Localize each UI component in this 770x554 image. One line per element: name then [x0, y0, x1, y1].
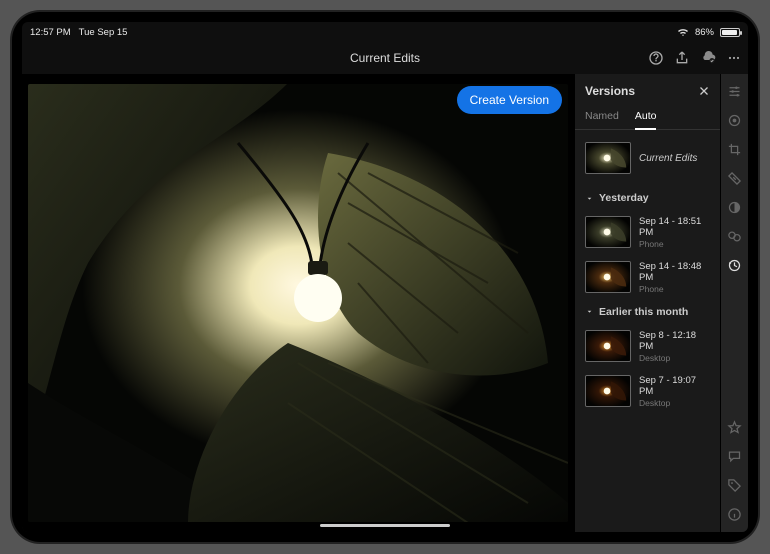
- panel-tabs: Named Auto: [575, 104, 720, 130]
- version-device: Desktop: [639, 353, 710, 363]
- versions-panel: Versions Named Auto Current Edits Yester…: [574, 74, 720, 532]
- version-device: Desktop: [639, 398, 710, 408]
- version-item[interactable]: Sep 14 - 18:48 PM Phone: [575, 255, 720, 300]
- group-header[interactable]: Yesterday: [575, 186, 720, 210]
- tag-icon[interactable]: [727, 478, 742, 493]
- create-version-button[interactable]: Create Version: [457, 86, 562, 114]
- info-icon[interactable]: [727, 507, 742, 522]
- version-current[interactable]: Current Edits: [575, 130, 720, 186]
- version-meta: Sep 14 - 18:51 PM Phone: [639, 216, 710, 249]
- tablet-device: 12:57 PM Tue Sep 15 86% Current Edits: [12, 12, 758, 542]
- cloud-sync-icon[interactable]: [700, 50, 716, 66]
- version-meta: Sep 8 - 12:18 PM Desktop: [639, 330, 710, 363]
- color-wheel-icon[interactable]: [727, 113, 742, 128]
- status-time: 12:57 PM: [30, 27, 71, 38]
- group-label: Yesterday: [599, 192, 649, 204]
- star-icon[interactable]: [727, 420, 742, 435]
- version-meta: Sep 14 - 18:48 PM Phone: [639, 261, 710, 294]
- screen: 12:57 PM Tue Sep 15 86% Current Edits: [22, 22, 748, 532]
- version-device: Phone: [639, 239, 710, 249]
- photo-preview: [28, 84, 568, 522]
- home-indicator[interactable]: [320, 524, 450, 528]
- edit-canvas[interactable]: Create Version: [22, 74, 574, 532]
- version-meta: Sep 7 - 19:07 PM Desktop: [639, 375, 710, 408]
- versions-icon[interactable]: [727, 258, 742, 273]
- sliders-icon[interactable]: [727, 84, 742, 99]
- crop-icon[interactable]: [727, 142, 742, 157]
- status-date: Tue Sep 15: [79, 27, 128, 38]
- tab-auto[interactable]: Auto: [635, 104, 657, 130]
- version-item[interactable]: Sep 14 - 18:51 PM Phone: [575, 210, 720, 255]
- panel-title: Versions: [585, 84, 635, 98]
- close-icon[interactable]: [698, 85, 710, 97]
- version-item[interactable]: Sep 7 - 19:07 PM Desktop: [575, 369, 720, 414]
- thumbnail: [585, 261, 631, 293]
- share-icon[interactable]: [674, 50, 690, 66]
- status-battery-pct: 86%: [695, 27, 714, 38]
- chevron-down-icon: [585, 194, 594, 203]
- battery-icon: [720, 28, 740, 37]
- help-icon[interactable]: [648, 50, 664, 66]
- thumbnail: [585, 142, 631, 174]
- version-date: Sep 14 - 18:48 PM: [639, 261, 710, 284]
- more-icon[interactable]: [726, 50, 742, 66]
- thumbnail: [585, 330, 631, 362]
- current-label: Current Edits: [639, 153, 697, 164]
- status-bar: 12:57 PM Tue Sep 15 86%: [22, 22, 748, 42]
- thumbnail: [585, 216, 631, 248]
- mask-icon[interactable]: [727, 200, 742, 215]
- group-header[interactable]: Earlier this month: [575, 300, 720, 324]
- version-date: Sep 7 - 19:07 PM: [639, 375, 710, 398]
- page-title: Current Edits: [350, 51, 420, 65]
- version-date: Sep 14 - 18:51 PM: [639, 216, 710, 239]
- thumbnail: [585, 375, 631, 407]
- version-item[interactable]: Sep 8 - 12:18 PM Desktop: [575, 324, 720, 369]
- version-device: Phone: [639, 284, 710, 294]
- comment-icon[interactable]: [727, 449, 742, 464]
- presets-icon[interactable]: [727, 229, 742, 244]
- group-label: Earlier this month: [599, 306, 688, 318]
- chevron-down-icon: [585, 307, 594, 316]
- version-date: Sep 8 - 12:18 PM: [639, 330, 710, 353]
- wifi-icon: [677, 27, 689, 37]
- tab-named[interactable]: Named: [585, 104, 619, 129]
- heal-icon[interactable]: [727, 171, 742, 186]
- top-bar: Current Edits: [22, 42, 748, 74]
- tool-rail: [720, 74, 748, 532]
